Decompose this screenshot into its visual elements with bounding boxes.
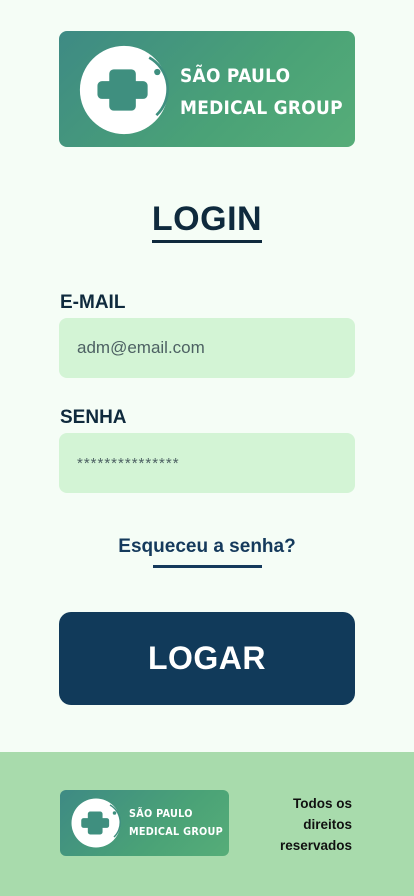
footer-brand-name-line1: SÃO PAULO <box>129 808 193 820</box>
forgot-password-link[interactable]: Esqueceu a senha? <box>0 536 414 558</box>
title-underline <box>152 240 262 243</box>
page-title: LOGIN <box>151 200 263 238</box>
password-field[interactable] <box>59 433 355 493</box>
rights-text: Todos os direitos reservados <box>279 796 352 853</box>
footer-brand-name: SÃO PAULO MEDICAL GROUP <box>129 805 223 841</box>
medical-cross-icon <box>79 45 169 135</box>
login-button[interactable]: LOGAR <box>59 612 355 705</box>
password-label: SENHA <box>60 407 127 428</box>
footer-brand-logo: SÃO PAULO MEDICAL GROUP <box>60 790 229 856</box>
brand-name: SÃO PAULO MEDICAL GROUP <box>180 61 343 125</box>
brand-name-line1: SÃO PAULO <box>180 66 291 87</box>
brand-logo: SÃO PAULO MEDICAL GROUP <box>59 31 355 147</box>
brand-name-line2: MEDICAL GROUP <box>180 98 343 119</box>
forgot-password-underline <box>153 565 262 568</box>
medical-cross-icon <box>71 798 121 848</box>
email-field[interactable] <box>59 318 355 378</box>
email-label: E-MAIL <box>60 292 126 313</box>
footer-brand-name-line2: MEDICAL GROUP <box>129 826 224 838</box>
